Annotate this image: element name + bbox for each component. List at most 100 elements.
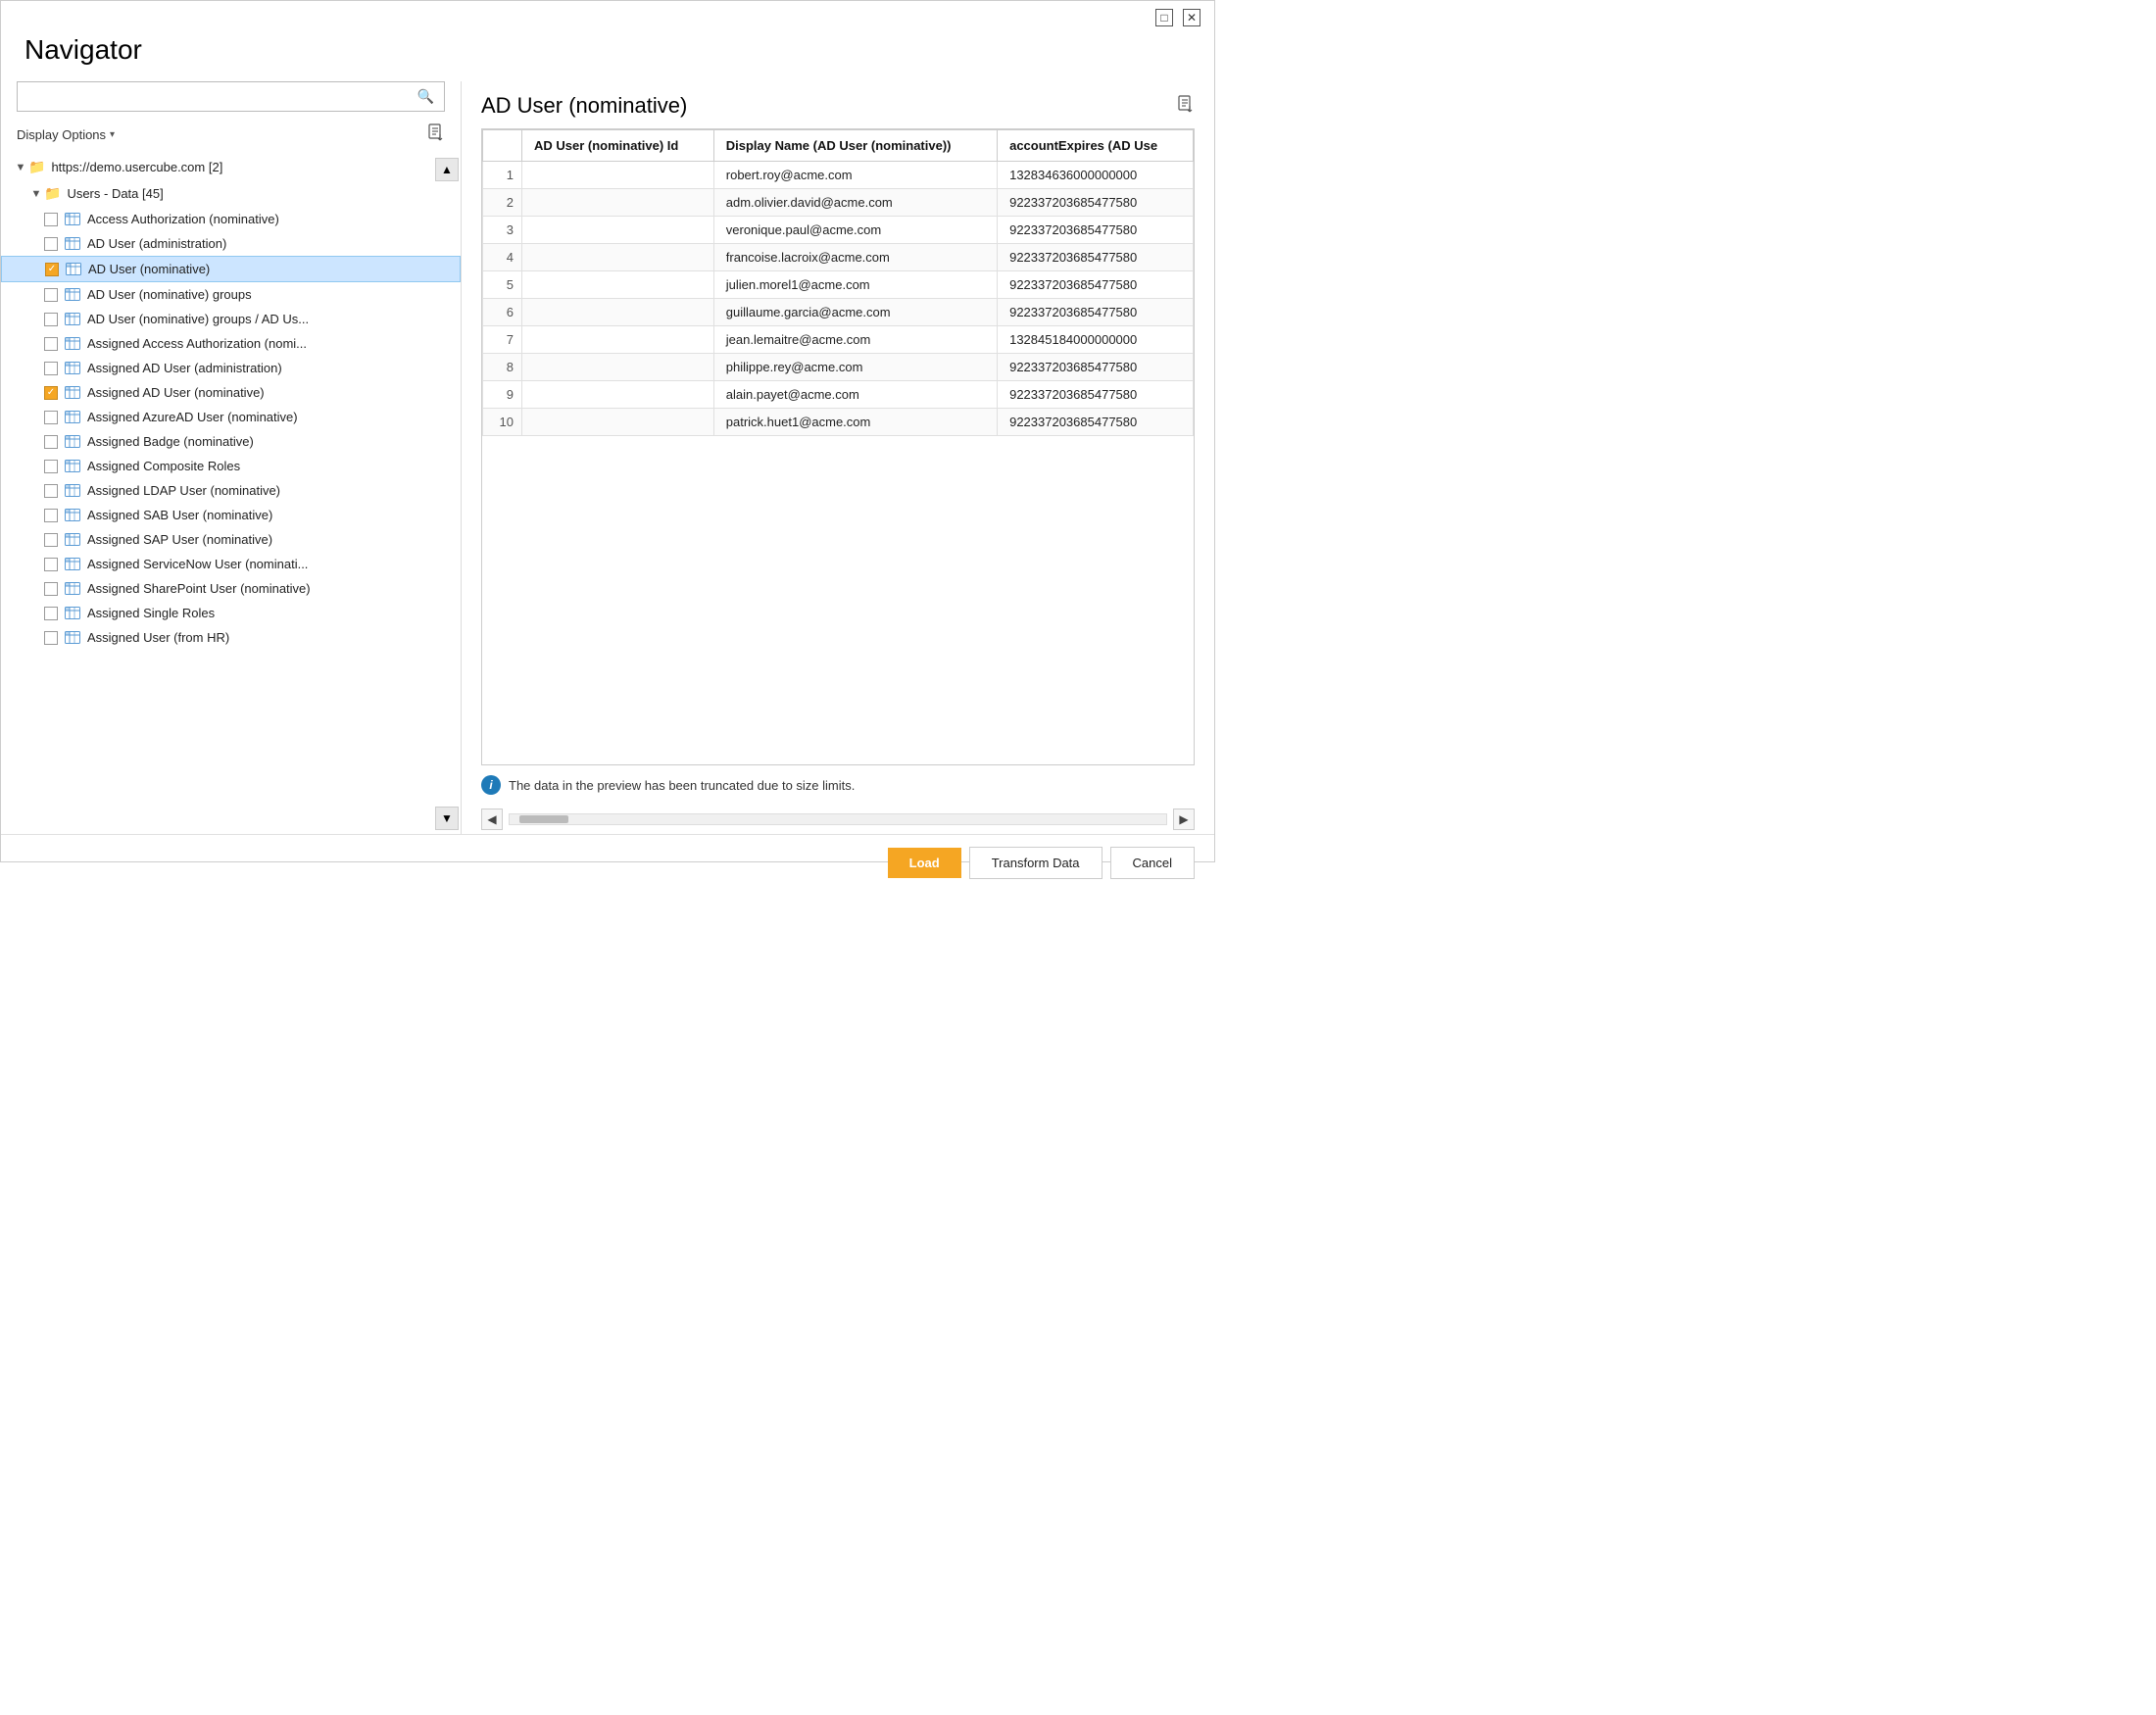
tree-item-checkbox[interactable]: ✓ [45, 263, 59, 276]
tree-items-container: Access Authorization (nominative) AD Use… [1, 207, 461, 650]
table-row: 9alain.payet@acme.com922337203685477580 [483, 381, 1194, 409]
close-button[interactable]: ✕ [1183, 9, 1200, 26]
cell-row-num: 6 [483, 299, 522, 326]
tree-item[interactable]: AD User (administration) [1, 231, 461, 256]
tree-item-checkbox[interactable] [44, 582, 58, 596]
cell-display-name: adm.olivier.david@acme.com [713, 189, 997, 217]
scroll-down-arrow[interactable]: ▼ [435, 807, 459, 830]
tree-item-checkbox[interactable] [44, 362, 58, 375]
tree-toggle-users: ▼ [28, 188, 44, 200]
table-icon [64, 484, 81, 498]
tree-item[interactable]: Assigned SAB User (nominative) [1, 503, 461, 527]
search-input[interactable] [18, 83, 408, 110]
tree-item-checkbox[interactable] [44, 237, 58, 251]
minimize-button[interactable]: □ [1155, 9, 1173, 26]
cancel-button[interactable]: Cancel [1110, 847, 1195, 879]
table-icon [64, 313, 81, 326]
tree-item-checkbox[interactable] [44, 558, 58, 571]
tree-item-label: AD User (nominative) groups [87, 287, 252, 302]
tree-item[interactable]: Assigned Badge (nominative) [1, 429, 461, 454]
tree-item[interactable]: Assigned Access Authorization (nomi... [1, 331, 461, 356]
table-row: 3veronique.paul@acme.com9223372036854775… [483, 217, 1194, 244]
info-icon: i [481, 775, 501, 795]
tree-item-checkbox[interactable] [44, 411, 58, 424]
tree-item-checkbox[interactable] [44, 435, 58, 449]
table-icon [64, 288, 81, 302]
preview-export-icon[interactable] [1177, 95, 1195, 118]
tree-item[interactable]: Access Authorization (nominative) [1, 207, 461, 231]
tree-item-checkbox[interactable] [44, 533, 58, 547]
tree-item-checkbox[interactable] [44, 607, 58, 620]
table-icon [64, 631, 81, 645]
tree-item[interactable]: ✓ AD User (nominative) [1, 256, 461, 282]
table-icon [64, 337, 81, 351]
tree-item-checkbox[interactable] [44, 288, 58, 302]
tree-item-checkbox[interactable] [44, 313, 58, 326]
table-row: 5julien.morel1@acme.com92233720368547758… [483, 271, 1194, 299]
tree-item-checkbox[interactable] [44, 460, 58, 473]
tree-item-checkbox[interactable] [44, 484, 58, 498]
cell-account-expires: 922337203685477580 [998, 381, 1194, 409]
table-row: 7jean.lemaitre@acme.com13284518400000000… [483, 326, 1194, 354]
table-icon [64, 411, 81, 424]
tree-item-checkbox[interactable]: ✓ [44, 386, 58, 400]
tree-item[interactable]: ✓ Assigned AD User (nominative) [1, 380, 461, 405]
cell-ad-user-id [522, 162, 714, 189]
h-scroll-track[interactable] [509, 813, 1167, 825]
tree-item-checkbox[interactable] [44, 509, 58, 522]
tree-item[interactable]: Assigned AzureAD User (nominative) [1, 405, 461, 429]
main-layout: 🔍 Display Options ▾ ▼ [1, 81, 1214, 834]
tree-item[interactable]: Assigned Single Roles [1, 601, 461, 625]
cell-display-name: patrick.huet1@acme.com [713, 409, 997, 436]
tree-item[interactable]: Assigned SharePoint User (nominative) [1, 576, 461, 601]
cell-ad-user-id [522, 326, 714, 354]
cell-account-expires: 922337203685477580 [998, 409, 1194, 436]
tree-item[interactable]: Assigned ServiceNow User (nominati... [1, 552, 461, 576]
col-header-accountExpires: accountExpires (AD Use [998, 130, 1194, 162]
cell-account-expires: 922337203685477580 [998, 354, 1194, 381]
transform-data-button[interactable]: Transform Data [969, 847, 1102, 879]
display-options-button[interactable]: Display Options ▾ [17, 127, 115, 142]
table-icon [64, 213, 81, 226]
tree-item-label: Assigned AzureAD User (nominative) [87, 410, 298, 424]
cell-account-expires: 922337203685477580 [998, 217, 1194, 244]
preview-header: AD User (nominative) [481, 81, 1195, 128]
col-header-adUserId: AD User (nominative) Id [522, 130, 714, 162]
tree-item[interactable]: Assigned Composite Roles [1, 454, 461, 478]
tree-item[interactable]: Assigned SAP User (nominative) [1, 527, 461, 552]
tree-item-checkbox[interactable] [44, 337, 58, 351]
tree-item-checkbox[interactable] [44, 213, 58, 226]
tree-item[interactable]: Assigned AD User (administration) [1, 356, 461, 380]
cell-display-name: veronique.paul@acme.com [713, 217, 997, 244]
cell-row-num: 1 [483, 162, 522, 189]
right-panel: AD User (nominative) AD User (nominative… [462, 81, 1214, 834]
tree-item[interactable]: AD User (nominative) groups / AD Us... [1, 307, 461, 331]
cell-ad-user-id [522, 381, 714, 409]
tree-subfolder-users[interactable]: ▼ 📁 Users - Data [45] [1, 180, 461, 207]
table-header-row: AD User (nominative) IdDisplay Name (AD … [483, 130, 1194, 162]
tree-item[interactable]: AD User (nominative) groups [1, 282, 461, 307]
tree-item-label: AD User (nominative) [88, 262, 210, 276]
h-scroll-right[interactable]: ▶ [1173, 808, 1195, 830]
cell-display-name: guillaume.garcia@acme.com [713, 299, 997, 326]
cell-ad-user-id [522, 409, 714, 436]
tree-item-checkbox[interactable] [44, 631, 58, 645]
cell-display-name: julien.morel1@acme.com [713, 271, 997, 299]
load-button[interactable]: Load [888, 848, 961, 878]
tree-item-label: AD User (nominative) groups / AD Us... [87, 312, 309, 326]
h-scroll-left[interactable]: ◀ [481, 808, 503, 830]
table-icon [64, 607, 81, 620]
tree-root-node[interactable]: ▼ 📁 https://demo.usercube.com [2] [1, 154, 461, 180]
tree-root-label: https://demo.usercube.com [2] [51, 160, 222, 174]
scroll-up-arrow[interactable]: ▲ [435, 158, 459, 181]
tree-item[interactable]: Assigned User (from HR) [1, 625, 461, 650]
search-button[interactable]: 🔍 [408, 82, 444, 111]
preview-title: AD User (nominative) [481, 93, 687, 119]
table-row: 6guillaume.garcia@acme.com92233720368547… [483, 299, 1194, 326]
cell-ad-user-id [522, 217, 714, 244]
display-options-caret: ▾ [110, 129, 115, 140]
nav-export-icon[interactable] [427, 123, 445, 146]
left-panel: 🔍 Display Options ▾ ▼ [1, 81, 462, 834]
tree-item[interactable]: Assigned LDAP User (nominative) [1, 478, 461, 503]
h-scroll-thumb [519, 815, 568, 823]
